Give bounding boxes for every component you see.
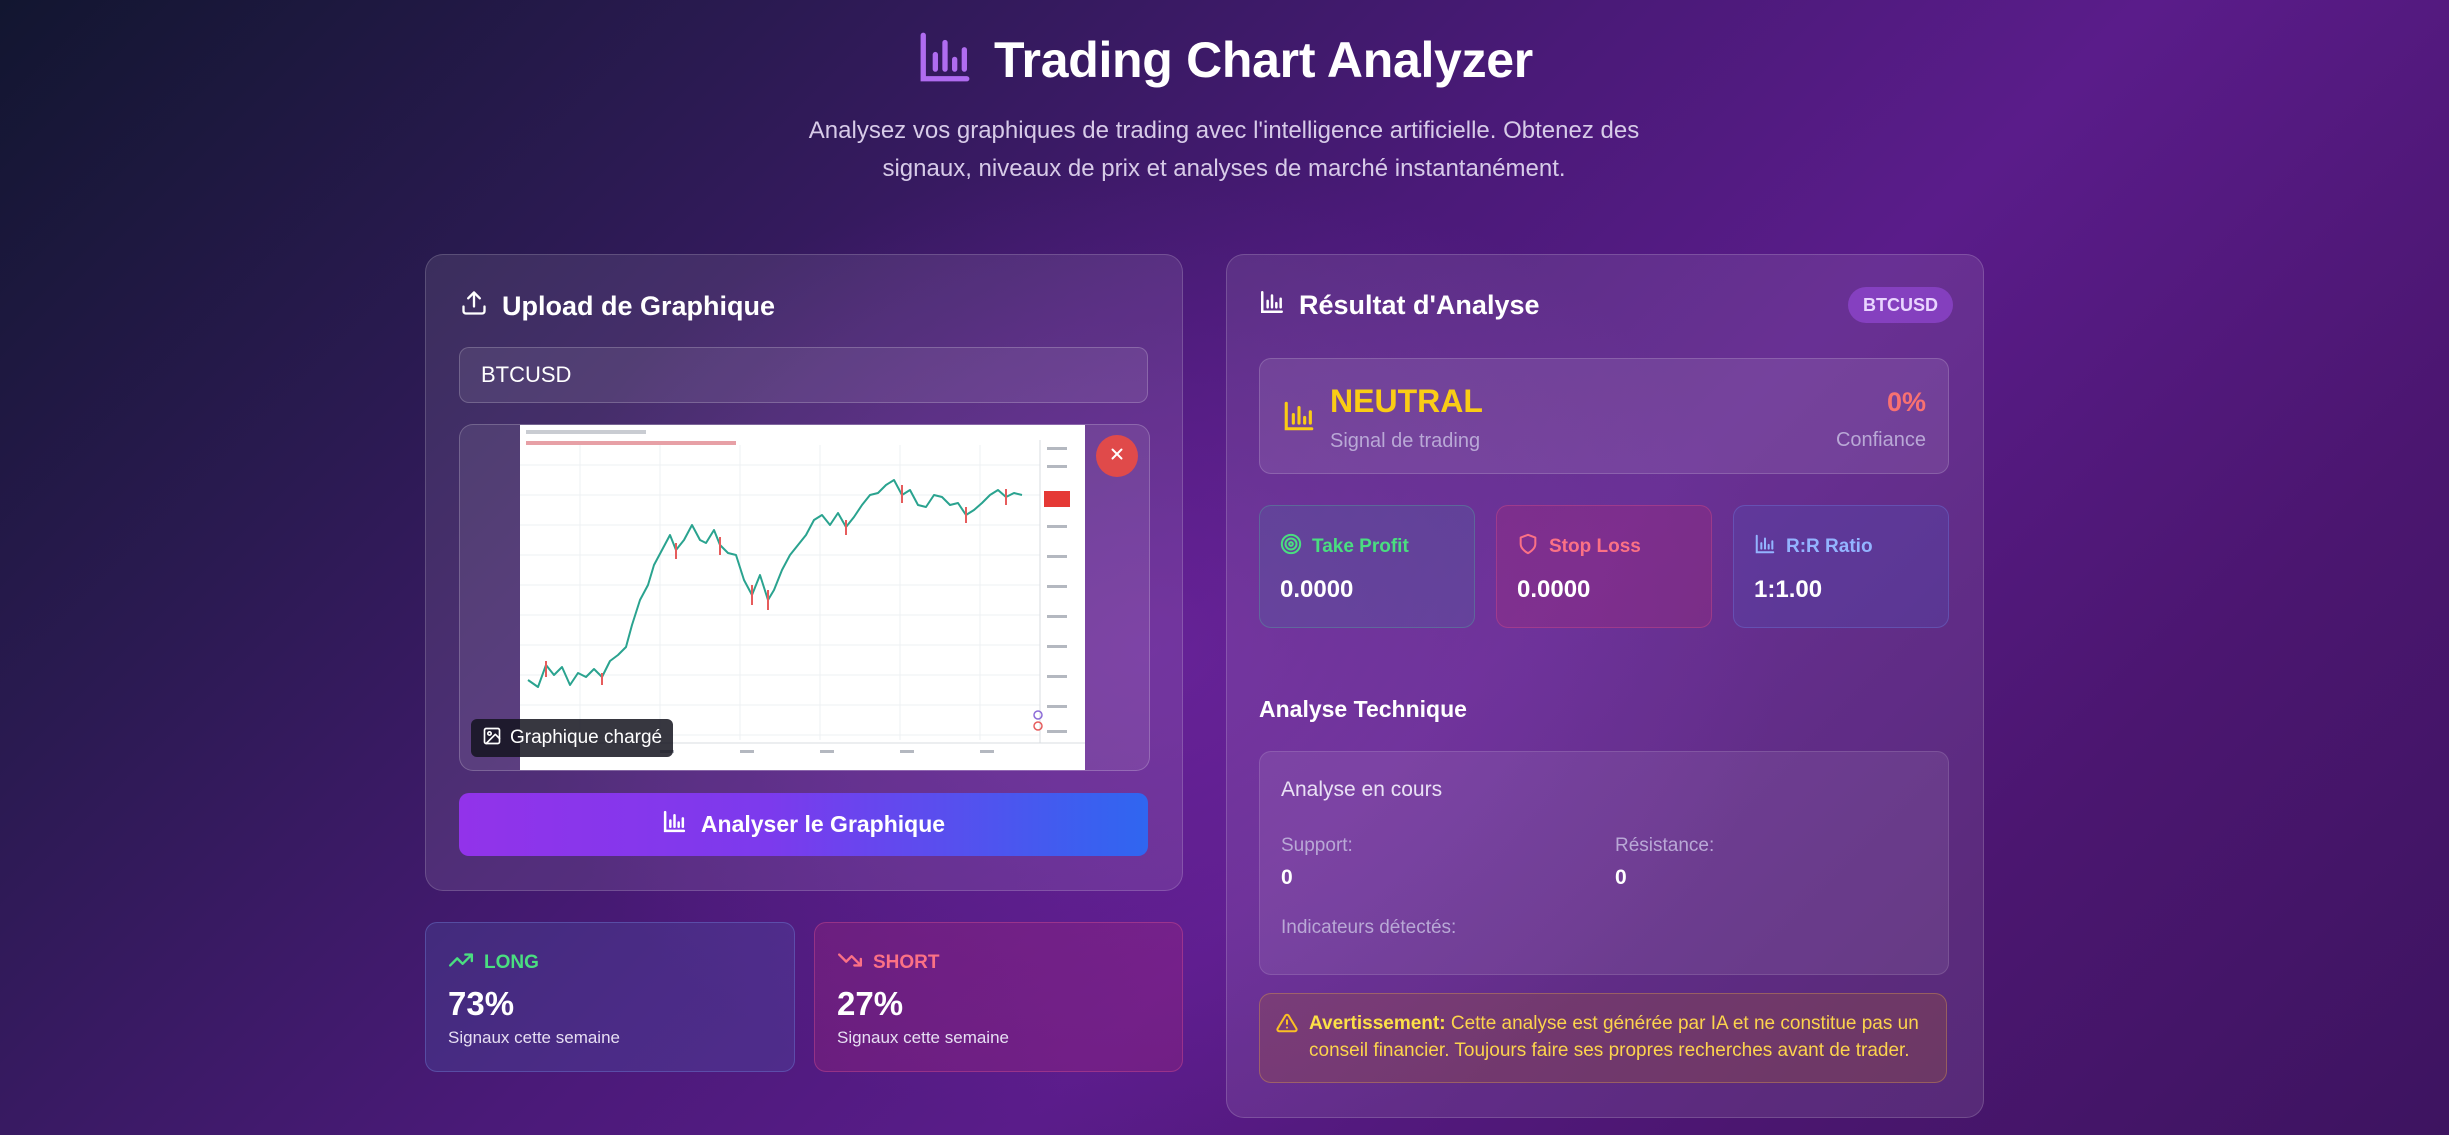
page-title: Trading Chart Analyzer — [994, 31, 1533, 88]
short-stat-card: SHORT 27% Signaux cette semaine — [814, 922, 1183, 1072]
image-loaded-label: Graphique chargé — [510, 727, 663, 748]
take-profit-value: 0.0000 — [1280, 576, 1354, 603]
long-value: 73% — [448, 985, 515, 1022]
upload-card-title: Upload de Graphique — [502, 291, 776, 321]
rr-ratio-label: R:R Ratio — [1786, 535, 1873, 557]
signal-value: NEUTRAL — [1330, 383, 1483, 419]
long-caption: Signaux cette semaine — [448, 1028, 620, 1047]
bar-chart-icon — [1754, 533, 1776, 560]
image-icon — [482, 726, 502, 751]
close-icon — [1108, 445, 1126, 468]
long-stat-card: LONG 73% Signaux cette semaine — [425, 922, 795, 1072]
support-value: 0 — [1281, 866, 1293, 889]
stop-loss-box: Stop Loss 0.0000 — [1496, 505, 1712, 628]
support-label: Support: — [1281, 835, 1353, 856]
result-card-header: Résultat d'Analyse — [1259, 289, 1540, 322]
take-profit-label: Take Profit — [1312, 535, 1409, 557]
warning-icon — [1276, 1012, 1298, 1039]
rr-ratio-value: 1:1.00 — [1754, 576, 1823, 603]
confidence-value: 0% — [1886, 387, 1926, 417]
result-card-title: Résultat d'Analyse — [1299, 290, 1540, 320]
indicators-label: Indicateurs détectés: — [1281, 917, 1457, 938]
short-stat-header: SHORT — [837, 947, 940, 978]
technical-title: Analyse Technique — [1259, 696, 1467, 722]
upload-icon — [460, 289, 488, 324]
resistance-value: 0 — [1615, 866, 1627, 889]
image-loaded-badge: Graphique chargé — [471, 719, 674, 757]
target-icon — [1280, 533, 1302, 560]
technical-box: Analyse en cours Support: 0 Résistance: … — [1259, 751, 1949, 975]
long-stat-header: LONG — [448, 947, 539, 978]
analyze-button-label: Analyser le Graphique — [700, 811, 946, 837]
neutral-signal-icon — [1282, 399, 1316, 438]
symbol-input[interactable] — [459, 347, 1148, 403]
signal-box: NEUTRAL Signal de trading 0% Confiance — [1259, 358, 1949, 474]
take-profit-header: Take Profit — [1280, 533, 1409, 560]
take-profit-box: Take Profit 0.0000 — [1259, 505, 1475, 628]
short-value: 27% — [837, 985, 904, 1022]
app-header: Trading Chart Analyzer — [0, 28, 2449, 91]
stop-loss-value: 0.0000 — [1517, 576, 1591, 603]
signal-caption: Signal de trading — [1330, 430, 1481, 452]
rr-ratio-box: R:R Ratio 1:1.00 — [1733, 505, 1949, 628]
shield-icon — [1517, 533, 1539, 560]
result-card: Résultat d'Analyse BTCUSD NEUTRAL Signal… — [1226, 254, 1984, 1118]
stop-loss-label: Stop Loss — [1549, 535, 1641, 557]
analysis-status: Analyse en cours — [1281, 778, 1443, 801]
warning-text: Avertissement: Cette analyse est générée… — [1309, 1010, 1929, 1064]
bar-chart-icon — [916, 28, 974, 91]
long-label: LONG — [484, 951, 539, 973]
symbol-badge: BTCUSD — [1848, 287, 1953, 323]
upload-card-header: Upload de Graphique — [460, 289, 775, 324]
bar-chart-icon — [662, 809, 687, 840]
resistance-label: Résistance: — [1615, 835, 1715, 856]
upload-card: Upload de Graphique BTCUSD Graphique cha… — [425, 254, 1183, 891]
warning-strong: Avertissement: — [1309, 1013, 1446, 1034]
page-subtitle: Analysez vos graphiques de trading avec … — [808, 117, 1640, 182]
trending-up-icon — [448, 947, 474, 978]
warning-box: Avertissement: Cette analyse est générée… — [1259, 993, 1947, 1083]
remove-image-button[interactable] — [1096, 435, 1138, 477]
stop-loss-header: Stop Loss — [1517, 533, 1641, 560]
short-label: SHORT — [873, 951, 940, 973]
confidence-label: Confiance — [1835, 429, 1926, 451]
short-caption: Signaux cette semaine — [837, 1028, 1009, 1047]
analyze-button[interactable]: Analyser le Graphique — [459, 793, 1148, 856]
rr-ratio-header: R:R Ratio — [1754, 533, 1873, 560]
chart-preview: Graphique chargé — [459, 424, 1150, 771]
trending-down-icon — [837, 947, 863, 978]
bar-chart-icon — [1259, 289, 1285, 322]
